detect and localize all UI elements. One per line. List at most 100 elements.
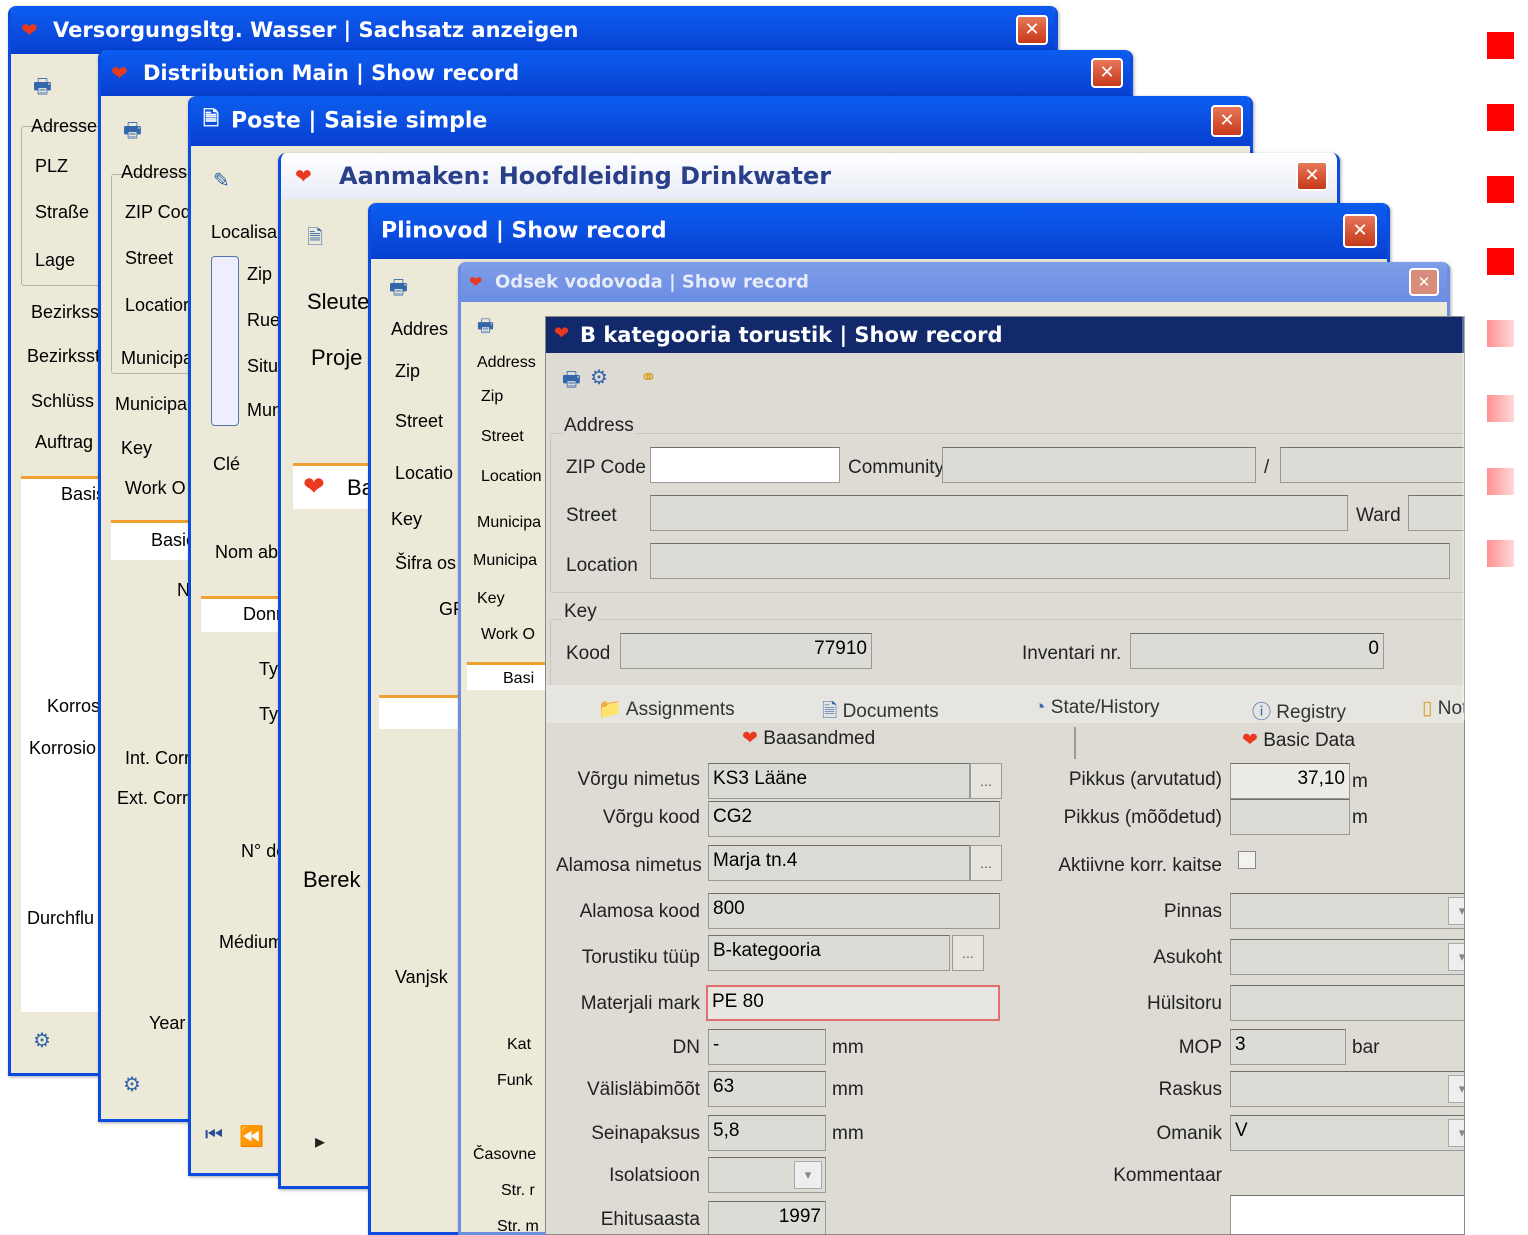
close-button[interactable]: ✕ <box>1091 58 1123 88</box>
tab-registry[interactable]: ⓘ Registry <box>1252 697 1346 724</box>
scrollbar[interactable] <box>211 256 239 426</box>
vorgu-nimetus-picker[interactable]: ... <box>970 763 1002 799</box>
close-button[interactable]: ✕ <box>1409 268 1439 296</box>
window-title-bar[interactable]: ❤ Versorgungsltg. Wasser | Sachsatz anze… <box>11 6 1055 54</box>
key-group-label: Key <box>562 601 599 623</box>
alamosa-nimetus-picker[interactable]: ... <box>970 845 1002 881</box>
dn-input[interactable]: - <box>708 1029 826 1065</box>
label: Auftrag <box>35 432 94 452</box>
zip-code-input[interactable] <box>650 447 840 483</box>
label: Ty <box>259 704 279 724</box>
pikkus-arvutatud-input[interactable]: 37,10 <box>1230 763 1350 799</box>
pinnas-label: Pinnas <box>1163 901 1222 922</box>
chevron-down-icon[interactable]: ▾ <box>1448 897 1464 925</box>
community-sub-input[interactable] <box>1280 447 1464 483</box>
close-button[interactable]: ✕ <box>1343 214 1377 248</box>
hulsitoru-input[interactable] <box>1230 985 1464 1021</box>
kood-input[interactable]: 77910 <box>620 633 872 669</box>
connect-icon[interactable]: ⚙ <box>123 1072 141 1097</box>
alamosa-nimetus-input[interactable]: Marja tn.4 <box>708 845 970 881</box>
tab-active[interactable] <box>379 695 459 729</box>
window-title-bar[interactable]: ❤ B kategooria torustik | Show record <box>546 317 1464 353</box>
pikkus-moodetud-input[interactable] <box>1230 799 1350 835</box>
kommentaar-label: Kommentaar <box>1113 1165 1222 1186</box>
inventari-label: Inventari nr. <box>1022 643 1122 664</box>
printer-icon[interactable]: 🖶 <box>123 116 142 150</box>
label: Localisa <box>211 222 278 242</box>
tab-notes[interactable]: ▯ Notes <box>1422 697 1464 720</box>
link-icon[interactable]: ⚭ <box>640 365 657 390</box>
previous-record-icon[interactable]: ⏪ <box>239 1124 264 1149</box>
tab-assignments[interactable]: 📁 Assignments <box>598 697 735 721</box>
app-heart-icon: ❤ <box>554 323 570 344</box>
omanik-select[interactable]: V <box>1230 1115 1464 1151</box>
chevron-down-icon[interactable]: ▾ <box>1448 943 1464 971</box>
ehitusaasta-input[interactable]: 1997 <box>708 1201 826 1234</box>
label: Location <box>481 468 542 485</box>
torustiku-tuup-input[interactable]: B-kategooria <box>708 935 950 971</box>
window-title-bar[interactable]: Plinovod | Show record ✕ <box>371 203 1387 259</box>
seinapaksus-input[interactable]: 5,8 <box>708 1115 826 1151</box>
label: Bezirkss <box>31 302 100 322</box>
label: Year <box>149 1013 186 1033</box>
chevron-down-icon[interactable]: ▾ <box>1448 1075 1464 1103</box>
kood-label: Kood <box>566 643 611 664</box>
chevron-down-icon[interactable]: ▾ <box>794 1161 822 1189</box>
document-icon: 🗎 <box>203 106 220 130</box>
window-title: Versorgungsltg. Wasser | Sachsatz anzeig… <box>53 18 579 42</box>
pinnas-select[interactable] <box>1230 893 1464 929</box>
close-button[interactable]: ✕ <box>1296 161 1328 191</box>
materjal-input[interactable]: PE 80 <box>706 985 1000 1021</box>
kommentaar-textarea[interactable] <box>1230 1195 1464 1234</box>
vorgu-nimetus-input[interactable]: KS3 Lääne <box>708 763 970 799</box>
label: Zip <box>247 264 273 284</box>
close-button[interactable]: ✕ <box>1211 105 1243 137</box>
close-button[interactable]: ✕ <box>1016 15 1048 45</box>
label: Proje <box>311 345 363 370</box>
alamosa-kood-input[interactable]: 800 <box>708 893 1000 929</box>
aktiivne-checkbox[interactable] <box>1238 851 1256 869</box>
label: Municipa <box>477 514 542 531</box>
tab-label: Basi <box>503 670 535 687</box>
printer-icon[interactable]: 🖶 <box>477 314 494 344</box>
connect-icon[interactable]: ⚙ <box>33 1028 51 1053</box>
chevron-down-icon[interactable]: ▾ <box>1448 1119 1464 1147</box>
inventari-input[interactable]: 0 <box>1130 633 1384 669</box>
save-icon[interactable]: 🗎 <box>307 223 323 257</box>
location-input[interactable] <box>650 543 1450 579</box>
pikkus-arvutatud-unit: m <box>1352 771 1368 792</box>
window-title-bar[interactable]: ❤ Aanmaken: Hoofdleiding Drinkwater ✕ <box>281 153 1337 199</box>
window-title-bar[interactable]: ❤ Odsek vodovoda | Show record ✕ <box>461 262 1447 302</box>
connect-icon[interactable]: ⚙ <box>590 365 608 390</box>
label: Int. Corr <box>125 748 191 768</box>
printer-icon[interactable]: 🖶 <box>562 365 581 399</box>
raskus-select[interactable] <box>1230 1071 1464 1107</box>
window-title: Poste | Saisie simple <box>231 108 488 134</box>
label: Situ <box>247 356 279 376</box>
asukoht-select[interactable] <box>1230 939 1464 975</box>
torustiku-tuup-label: Torustiku tüüp <box>581 947 700 968</box>
tab-documents[interactable]: 🗎 Documents <box>822 697 939 729</box>
window-title-bar[interactable]: 🗎 Poste | Saisie simple ✕ <box>191 96 1250 146</box>
street-input[interactable] <box>650 495 1348 531</box>
mop-input[interactable]: 3 <box>1230 1029 1346 1065</box>
label: Kat <box>507 1036 532 1053</box>
window-title: B kategooria torustik | Show record <box>580 323 1003 347</box>
window-title-bar[interactable]: ❤ Distribution Main | Show record ✕ <box>101 50 1130 96</box>
edit-icon[interactable]: ✎ <box>213 168 230 193</box>
vorgu-kood-input[interactable]: CG2 <box>708 801 1000 837</box>
printer-icon[interactable]: 🖶 <box>389 273 408 307</box>
next-icon[interactable]: ▸ <box>315 1129 325 1154</box>
label: ZIP Cod <box>125 202 191 222</box>
ward-label: Ward <box>1356 505 1401 526</box>
first-record-icon[interactable]: ⏮ <box>205 1124 223 1147</box>
printer-icon[interactable]: 🖶 <box>33 72 52 106</box>
label: Key <box>391 509 423 529</box>
valislabimoot-input[interactable]: 63 <box>708 1071 826 1107</box>
torustiku-tuup-picker[interactable]: ... <box>952 935 984 971</box>
label: Locatior <box>125 295 190 315</box>
label: Clé <box>213 454 241 474</box>
ward-select[interactable] <box>1408 495 1464 531</box>
tab-state-history[interactable]: ◔ State/History <box>1034 697 1160 719</box>
community-input[interactable] <box>942 447 1256 483</box>
